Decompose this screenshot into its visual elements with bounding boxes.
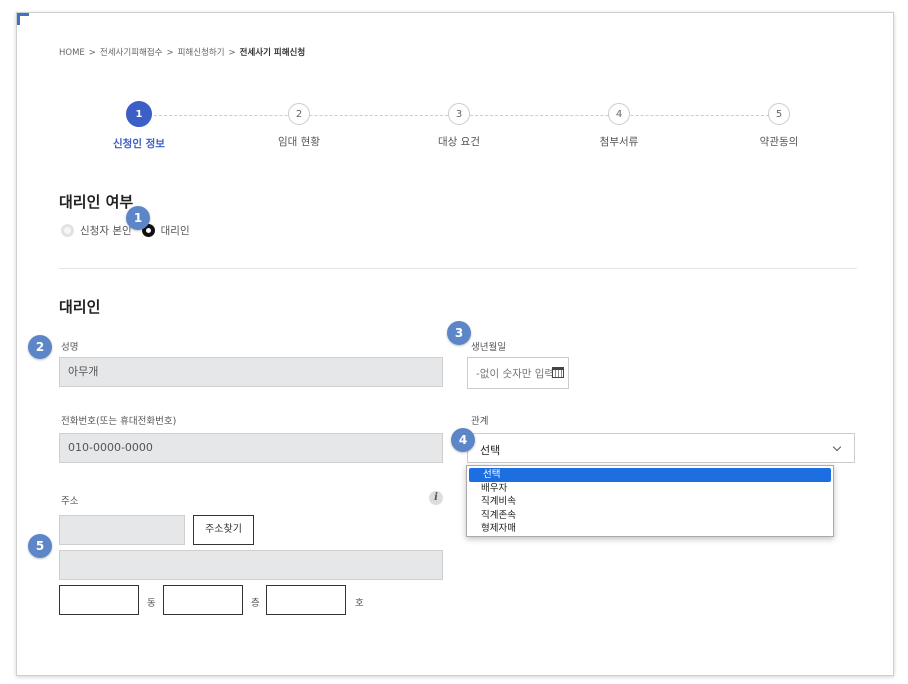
- breadcrumb-separator: >: [228, 48, 236, 58]
- radio-self[interactable]: [61, 224, 74, 237]
- relation-option[interactable]: 배우자: [467, 482, 833, 496]
- step-5: 5 약관동의: [719, 103, 839, 149]
- relation-option[interactable]: 직계비속: [467, 495, 833, 509]
- breadcrumb-separator: >: [166, 48, 174, 58]
- radio-self-label[interactable]: 신청자 본인: [80, 225, 132, 237]
- dong-unit-label: 동: [147, 598, 156, 609]
- relation-dropdown: 선택 배우자 직계비속 직계존속 형제자매: [466, 465, 834, 537]
- relation-select-value: 선택: [480, 444, 501, 457]
- relation-option[interactable]: 형제자매: [467, 522, 833, 536]
- breadcrumb-item-apply[interactable]: 피해신청하기: [178, 48, 225, 58]
- form-title: 대리인: [59, 298, 101, 316]
- section-divider: [59, 268, 857, 269]
- name-input[interactable]: 아무개: [59, 357, 443, 387]
- address-search-button[interactable]: 주소찾기: [193, 515, 254, 545]
- step-label: 신청인 정보: [113, 138, 165, 150]
- relation-label: 관계: [471, 416, 489, 427]
- birth-label: 생년월일: [471, 342, 506, 353]
- relation-option[interactable]: 선택: [469, 468, 831, 482]
- step-circle: 2: [288, 103, 310, 125]
- floor-unit-label: 층: [251, 598, 260, 609]
- breadcrumb-current: 전세사기 피해신청: [239, 48, 306, 58]
- ho-unit-label: 호: [355, 598, 364, 609]
- zipcode-input[interactable]: [59, 515, 185, 545]
- name-label: 성명: [61, 342, 79, 353]
- info-icon[interactable]: i: [429, 491, 443, 505]
- annotation-badge-3: 3: [447, 321, 471, 345]
- step-circle: 3: [448, 103, 470, 125]
- step-circle: 1: [126, 101, 152, 127]
- phone-label: 전화번호(또는 휴대전화번호): [61, 416, 177, 427]
- step-2: 2 임대 현황: [239, 103, 359, 149]
- step-1: 1 신청인 정보: [79, 101, 199, 151]
- calendar-icon[interactable]: [552, 367, 564, 378]
- step-4: 4 첨부서류: [559, 103, 679, 149]
- breadcrumb-home[interactable]: HOME: [59, 48, 85, 58]
- chevron-down-icon: [832, 442, 842, 452]
- breadcrumb-separator: >: [88, 48, 96, 58]
- proxy-section-title: 대리인 여부: [59, 193, 134, 211]
- annotation-badge-2: 2: [28, 335, 52, 359]
- step-indicator: 1 신청인 정보 2 임대 현황 3 대상 요건 4 첨부서류 5 약관동의: [59, 101, 859, 163]
- phone-input[interactable]: 010-0000-0000: [59, 433, 443, 463]
- radio-proxy-label[interactable]: 대리인: [161, 225, 190, 237]
- birth-input[interactable]: -없이 숫자만 입력: [467, 357, 569, 389]
- step-circle: 4: [608, 103, 630, 125]
- birth-placeholder: -없이 숫자만 입력: [476, 368, 555, 380]
- dong-input[interactable]: [59, 585, 139, 615]
- step-label: 약관동의: [759, 136, 799, 148]
- address-label: 주소: [61, 496, 79, 507]
- floor-input[interactable]: [163, 585, 243, 615]
- step-3: 3 대상 요건: [399, 103, 519, 149]
- frame-corner-marker: [17, 13, 29, 25]
- annotation-badge-5: 5: [28, 534, 52, 558]
- annotation-badge-4: 4: [451, 428, 475, 452]
- breadcrumb-item-report[interactable]: 전세사기피해접수: [100, 48, 163, 58]
- step-label: 임대 현황: [278, 136, 320, 148]
- page-frame: HOME > 전세사기피해접수 > 피해신청하기 > 전세사기 피해신청 1 신청인 정보 …: [16, 12, 894, 676]
- relation-option[interactable]: 직계존속: [467, 509, 833, 523]
- ho-input[interactable]: [266, 585, 346, 615]
- step-label: 대상 요건: [438, 136, 480, 148]
- breadcrumb: HOME > 전세사기피해접수 > 피해신청하기 > 전세사기 피해신청: [59, 46, 305, 58]
- step-circle: 5: [768, 103, 790, 125]
- address-input[interactable]: [59, 550, 443, 580]
- relation-select[interactable]: 선택: [467, 433, 855, 463]
- annotation-badge-1: 1: [126, 206, 150, 230]
- step-label: 첨부서류: [599, 136, 639, 148]
